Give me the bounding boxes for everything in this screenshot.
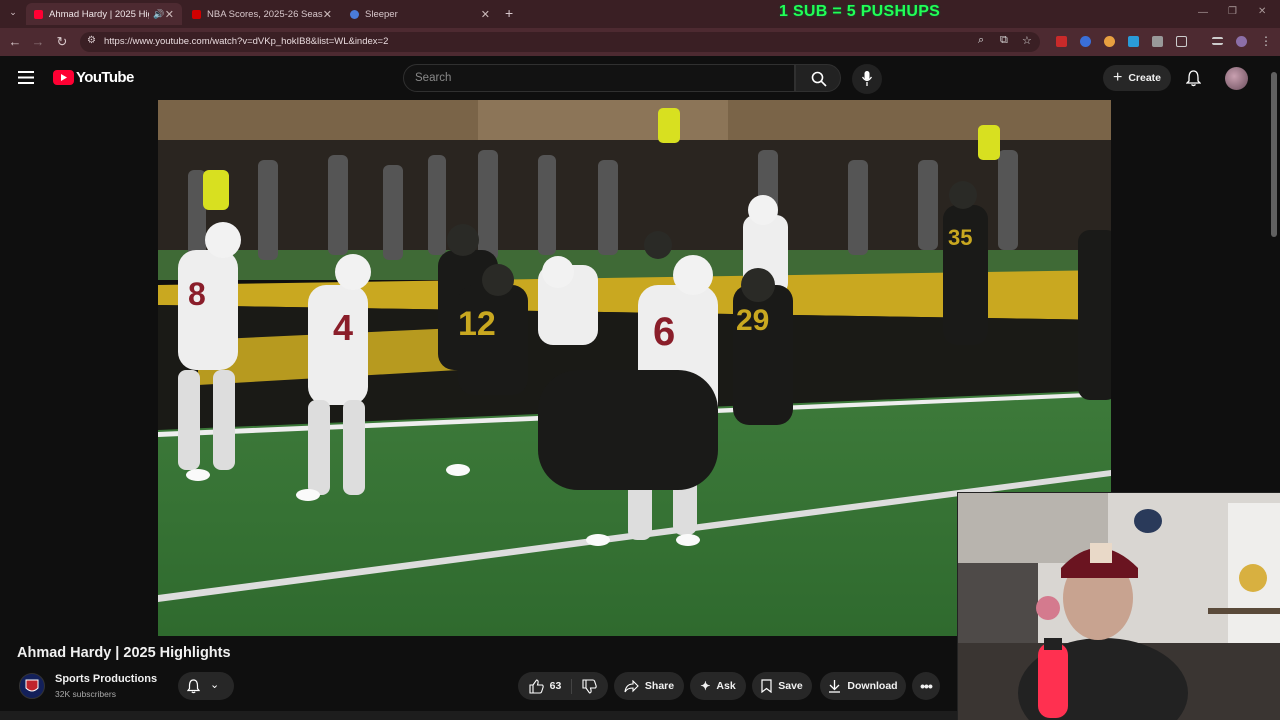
maximize-icon[interactable]: ❐	[1228, 6, 1237, 17]
new-tab-button[interactable]: +	[505, 5, 513, 21]
tab-youtube[interactable]: Ahmad Hardy | 2025 Highli 🔊 ✕	[26, 3, 182, 25]
youtube-header: YouTube Search + Create	[0, 56, 1280, 100]
address-bar[interactable]: ⚙ https://www.youtube.com/watch?v=dVKp_h…	[80, 32, 1040, 52]
youtube-favicon-icon	[34, 9, 43, 19]
description-box-edge	[0, 711, 957, 720]
close-tab-icon[interactable]: ✕	[323, 8, 332, 21]
like-count: 63	[549, 680, 562, 692]
extension-orange-icon[interactable]	[1104, 36, 1115, 47]
create-label: Create	[1128, 72, 1162, 84]
share-label: Share	[644, 680, 675, 692]
tab-search-icon[interactable]: ⌄	[6, 7, 20, 21]
notification-bell-button[interactable]: ⌄	[178, 672, 234, 700]
youtube-logo[interactable]: YouTube	[53, 69, 134, 86]
webcam-frame	[958, 493, 1280, 720]
stream-overlay-text: 1 SUB = 5 PUSHUPS	[779, 3, 941, 20]
svg-text:29: 29	[736, 304, 769, 337]
search-input[interactable]: Search	[403, 64, 795, 92]
more-actions-button[interactable]: •••	[912, 672, 940, 700]
share-button[interactable]: Share	[614, 672, 684, 700]
extensions-puzzle-icon[interactable]	[1176, 36, 1187, 47]
webcam-overlay	[957, 492, 1280, 720]
more-horizontal-icon: •••	[920, 678, 933, 694]
mic-icon	[862, 71, 872, 86]
close-window-icon[interactable]: ✕	[1258, 6, 1266, 17]
extension-blue-icon[interactable]	[1080, 36, 1091, 47]
ask-button[interactable]: ✦ Ask	[690, 672, 746, 700]
forward-arrow-icon[interactable]: →	[30, 34, 46, 50]
search-icon	[811, 71, 827, 87]
browser-tab-bar: ⌄ Ahmad Hardy | 2025 Highli 🔊 ✕ NBA Scor…	[0, 0, 1280, 28]
tab-title: Ahmad Hardy | 2025 Highli	[49, 8, 149, 20]
site-info-icon[interactable]: ⚙	[87, 35, 96, 46]
ask-label: Ask	[716, 680, 736, 692]
nba-favicon-icon	[192, 9, 201, 19]
like-dislike-group: 63	[518, 672, 608, 700]
account-avatar[interactable]	[1225, 67, 1248, 90]
close-tab-icon[interactable]: ✕	[481, 8, 490, 21]
tab-title: NBA Scores, 2025-26 Season -	[207, 8, 323, 20]
download-label: Download	[847, 680, 898, 692]
profile-avatar-icon[interactable]	[1236, 36, 1247, 47]
install-app-icon[interactable]: ⧉	[1000, 34, 1008, 47]
browser-toolbar: ← → ↻ ⚙ https://www.youtube.com/watch?v=…	[0, 28, 1280, 56]
tab-nba-scores[interactable]: NBA Scores, 2025-26 Season - ✕	[184, 3, 340, 25]
channel-avatar[interactable]	[19, 673, 45, 699]
download-button[interactable]: Download	[820, 672, 906, 700]
channel-logo-icon	[25, 679, 39, 692]
reload-icon[interactable]: ↻	[54, 34, 70, 50]
svg-text:35: 35	[948, 225, 972, 250]
extension-gray-icon[interactable]	[1152, 36, 1163, 47]
channel-name[interactable]: Sports Productions	[55, 673, 157, 685]
video-title: Ahmad Hardy | 2025 Highlights	[17, 645, 231, 661]
sparkle-icon: ✦	[700, 679, 711, 693]
page-scrollbar[interactable]	[1271, 72, 1277, 237]
plus-icon: +	[1112, 69, 1123, 86]
search-button[interactable]	[795, 64, 841, 92]
chevron-down-icon: ⌄	[210, 679, 220, 691]
tab-title: Sleeper	[365, 8, 398, 20]
dislike-button[interactable]	[578, 678, 598, 694]
youtube-play-icon	[53, 70, 74, 85]
share-arrow-icon	[624, 679, 639, 692]
save-label: Save	[778, 680, 803, 692]
bookmark-icon	[761, 679, 772, 693]
search-placeholder: Search	[415, 72, 452, 84]
close-tab-icon[interactable]: ✕	[165, 8, 174, 21]
speaker-icon[interactable]: 🔊	[153, 9, 164, 20]
url-text: https://www.youtube.com/watch?v=dVKp_hok…	[104, 36, 389, 47]
thumbs-up-icon	[529, 678, 544, 694]
voice-search-button[interactable]	[852, 64, 882, 94]
browser-menu-icon[interactable]: ⋮	[1260, 34, 1272, 48]
create-button[interactable]: + Create	[1103, 65, 1171, 91]
extension-red-icon[interactable]	[1056, 36, 1067, 47]
save-button[interactable]: Save	[752, 672, 812, 700]
sleeper-favicon-icon	[350, 9, 359, 19]
svg-text:8: 8	[188, 276, 206, 312]
back-arrow-icon[interactable]: ←	[7, 34, 23, 50]
bookmark-star-icon[interactable]: ☆	[1022, 34, 1032, 47]
subscriber-count: 32K subscribers	[55, 689, 116, 699]
svg-text:4: 4	[333, 307, 353, 348]
minimize-icon[interactable]: —	[1198, 7, 1208, 18]
bell-icon	[187, 679, 200, 694]
extension-teal-icon[interactable]	[1128, 36, 1139, 47]
zoom-icon[interactable]: ⌕	[978, 34, 984, 47]
download-icon	[829, 680, 841, 693]
tab-sleeper[interactable]: Sleeper ✕	[342, 3, 498, 25]
svg-text:6: 6	[653, 310, 675, 354]
bell-icon[interactable]	[1186, 70, 1201, 87]
like-button[interactable]: 63	[529, 678, 573, 694]
hamburger-icon[interactable]	[18, 71, 34, 84]
svg-text:12: 12	[458, 305, 496, 343]
reading-list-icon[interactable]	[1212, 37, 1223, 45]
youtube-logo-text: YouTube	[76, 69, 134, 86]
thumbs-down-icon	[582, 678, 598, 694]
